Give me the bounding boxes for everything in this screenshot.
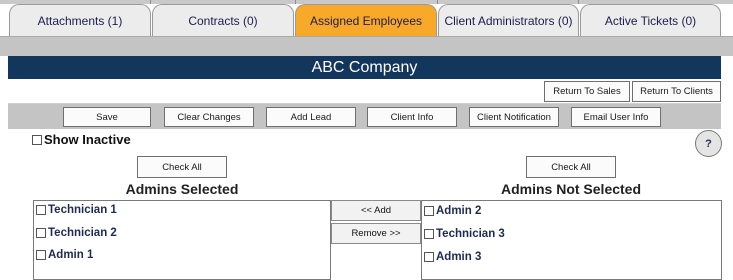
list-item-checkbox[interactable] [424, 206, 434, 216]
list-item-label: Admin 1 [48, 249, 94, 261]
strip-divider [295, 0, 296, 4]
list-item[interactable]: Admin 3 [424, 251, 481, 263]
show-inactive-toggle[interactable]: Show Inactive [32, 132, 131, 147]
list-item-checkbox[interactable] [36, 250, 46, 260]
save-button[interactable]: Save [63, 107, 151, 127]
list-item-checkbox[interactable] [424, 229, 434, 239]
tab-contracts[interactable]: Contracts (0) [152, 4, 294, 36]
tab-client-administrators[interactable]: Client Administrators (0) [438, 4, 579, 36]
tab-band [0, 36, 733, 56]
tab-attachments[interactable]: Attachments (1) [9, 4, 151, 36]
list-item-label: Technician 3 [436, 228, 505, 240]
help-icon[interactable]: ? [695, 130, 722, 157]
list-item[interactable]: Technician 3 [424, 228, 505, 240]
admins-selected-list[interactable]: Technician 1 Technician 2 Admin 1 [33, 200, 331, 280]
list-item[interactable]: Admin 1 [36, 249, 93, 261]
right-check-all-button[interactable]: Check All [526, 156, 616, 178]
left-check-all-button[interactable]: Check All [137, 156, 227, 178]
return-to-sales-button[interactable]: Return To Sales [544, 81, 630, 102]
remove-button[interactable]: Remove >> [331, 223, 421, 244]
list-item-label: Technician 1 [48, 204, 117, 216]
list-item[interactable]: Admin 2 [424, 205, 481, 217]
list-item-checkbox[interactable] [36, 205, 46, 215]
client-info-button[interactable]: Client Info [367, 107, 457, 127]
strip-divider [437, 0, 438, 4]
client-notification-button[interactable]: Client Notification [469, 107, 559, 127]
list-item[interactable]: Technician 2 [36, 227, 117, 239]
admins-selected-heading: Admins Selected [125, 181, 239, 197]
list-item-label: Technician 2 [48, 227, 117, 239]
show-inactive-checkbox[interactable] [32, 134, 42, 145]
company-name-header: ABC Company [8, 56, 721, 79]
return-to-clients-button[interactable]: Return To Clients [632, 81, 721, 102]
list-item-label: Admin 3 [436, 251, 482, 263]
tab-active-tickets[interactable]: Active Tickets (0) [580, 4, 721, 36]
list-item-checkbox[interactable] [424, 252, 434, 262]
add-lead-button[interactable]: Add Lead [266, 107, 356, 127]
list-item-checkbox[interactable] [36, 228, 46, 238]
tab-assigned-employees[interactable]: Assigned Employees [295, 4, 437, 36]
strip-divider [150, 0, 151, 4]
email-user-info-button[interactable]: Email User Info [571, 107, 661, 127]
list-item-label: Admin 2 [436, 205, 482, 217]
admins-not-selected-heading: Admins Not Selected [500, 181, 642, 197]
strip-divider [578, 0, 579, 4]
list-item[interactable]: Technician 1 [36, 204, 117, 216]
clear-changes-button[interactable]: Clear Changes [164, 107, 254, 127]
show-inactive-label: Show Inactive [44, 132, 131, 147]
admins-not-selected-list[interactable]: Admin 2 Technician 3 Admin 3 [421, 200, 722, 280]
add-button[interactable]: << Add [331, 200, 421, 221]
